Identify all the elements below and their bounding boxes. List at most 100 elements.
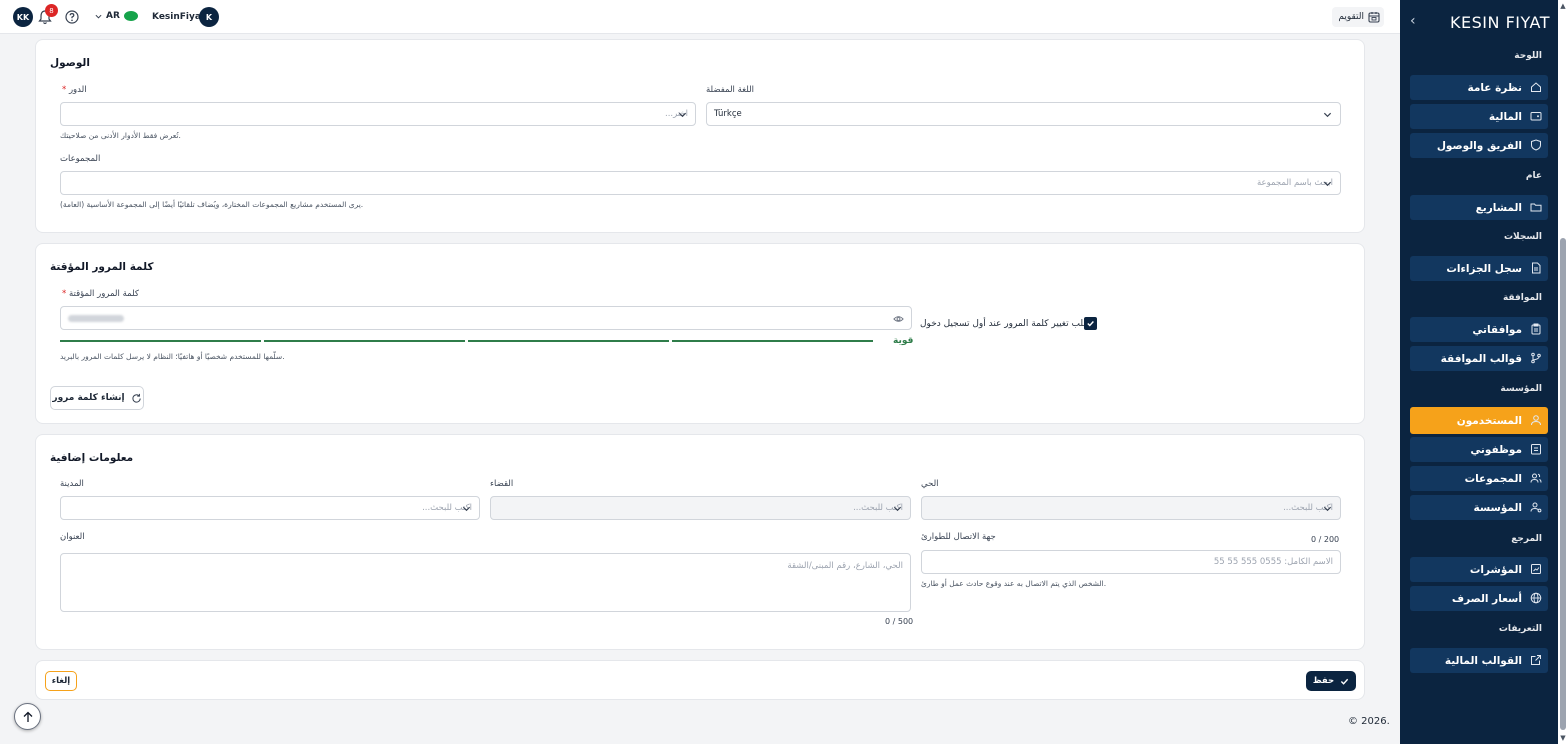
generate-password-button[interactable]: إنشاء كلمة مرور (50, 386, 144, 410)
emergency-contact-input[interactable]: الاسم الكامل: 0555 555 55 55 (921, 550, 1341, 574)
chevron-left-icon[interactable]: ‹ (1410, 13, 1424, 29)
neighborhood-label: الحي (921, 479, 939, 489)
scroll-to-top-button[interactable] (14, 703, 41, 730)
password-masked (68, 314, 124, 322)
sidebar-item-organization[interactable]: المؤسسة (1410, 495, 1548, 520)
password-label: * كلمة المرور المؤقتة (60, 289, 139, 299)
password-input[interactable] (60, 306, 912, 330)
access-title: الوصول (50, 57, 90, 69)
required-marker: * (62, 289, 67, 299)
city-label: المدينة (60, 479, 84, 489)
copyright: © 2026. (1348, 716, 1390, 727)
section-dashboard: اللوحة (1514, 51, 1542, 61)
sidebar-item-indicators[interactable]: المؤشرات (1410, 557, 1548, 582)
sidebar-item-label: المالية (1488, 110, 1522, 123)
users-icon (1530, 473, 1542, 483)
address-counter: 0 / 500 (885, 617, 914, 626)
generate-label: إنشاء كلمة مرور (52, 393, 125, 403)
sidebar-item-label: المشاريع (1475, 201, 1522, 214)
role-select[interactable]: اختر... (60, 102, 696, 126)
language-code: AR (106, 11, 120, 21)
sidebar-item-my-approvals[interactable]: موافقاتي (1410, 317, 1548, 342)
sidebar-item-employees[interactable]: موظفوني (1410, 437, 1548, 462)
required-marker: * (62, 85, 67, 95)
neighborhood-select[interactable]: اكتب للبحث... (921, 496, 1341, 520)
username[interactable]: KesinFiyat (152, 12, 205, 22)
scroll-up-icon[interactable]: ▲ (1559, 2, 1567, 10)
sidebar-item-label: القوالب المالية (1444, 654, 1522, 667)
help-icon[interactable] (65, 10, 79, 24)
password-title: كلمة المرور المؤقتة (50, 261, 154, 273)
password-card: كلمة المرور المؤقتة * كلمة المرور المؤقت… (35, 243, 1365, 424)
id-card-icon (1531, 444, 1541, 455)
groups-hint: يرى المستخدم مشاريع المجموعات المختارة، … (60, 200, 364, 209)
district-label: القضاء (490, 479, 514, 489)
scroll-down-icon[interactable]: ▼ (1559, 734, 1567, 742)
sidebar-item-label: قوالب الموافقة (1440, 352, 1522, 365)
save-label: حفظ (1312, 676, 1335, 686)
city-select[interactable]: اكتب للبحث... (60, 496, 480, 520)
require-change-checkbox[interactable] (1084, 317, 1097, 330)
require-change-label: طلب تغيير كلمة المرور عند أول تسجيل دخول (920, 319, 1091, 329)
section-organization: المؤسسة (1500, 384, 1542, 394)
user-icon (1531, 415, 1541, 426)
section-records: السجلات (1504, 232, 1542, 242)
app-logo: KESIN FIYAT (1450, 13, 1550, 32)
strength-segment (672, 340, 873, 342)
emergency-hint: الشخص الذي يتم الاتصال به عند وقوع حادث … (921, 579, 1107, 588)
additional-info-title: معلومات إضافية (50, 452, 134, 464)
sidebar-item-label: المجموعات (1464, 472, 1522, 485)
language-selector[interactable]: AR (95, 11, 138, 21)
check-icon (1087, 321, 1094, 327)
clipboard-icon (1531, 323, 1541, 335)
address-textarea[interactable]: الحي، الشارع، رقم المبنى/الشقة (60, 553, 911, 612)
document-icon (1532, 262, 1541, 274)
language-select[interactable]: Türkçe (706, 102, 1341, 126)
sidebar-item-label: المؤشرات (1469, 563, 1522, 576)
chevron-down-icon (893, 506, 902, 512)
sidebar-item-team-access[interactable]: الفريق والوصول (1410, 133, 1548, 158)
groups-select[interactable]: ابحث باسم المجموعة (60, 171, 1341, 195)
git-branch-icon (1531, 352, 1541, 364)
sidebar-item-financial-templates[interactable]: القوالب المالية (1410, 648, 1548, 673)
scrollbar-thumb[interactable] (1560, 238, 1566, 730)
sidebar-item-approval-templates[interactable]: قوالب الموافقة (1410, 346, 1548, 371)
role-label-text: الدور (68, 85, 87, 95)
strength-segment (468, 340, 669, 342)
calendar-button[interactable]: التقويم (1332, 7, 1384, 27)
flag-icon (123, 11, 138, 21)
sidebar-item-exchange-rates[interactable]: أسعار الصرف (1410, 586, 1548, 611)
cancel-button[interactable]: إلغاء (45, 671, 77, 691)
groups-label: المجموعات (60, 154, 101, 164)
sidebar-item-label: موظفوني (1470, 443, 1522, 456)
sidebar-item-groups[interactable]: المجموعات (1410, 466, 1548, 491)
access-card: الوصول * الدور اختر... تُعرض فقط الأدوار… (35, 39, 1365, 233)
sidebar-item-label: نظرة عامة (1467, 81, 1522, 94)
calendar-icon (1368, 12, 1380, 23)
shield-icon (1531, 139, 1541, 151)
account-avatar[interactable]: K (199, 7, 219, 27)
sidebar-item-projects[interactable]: المشاريع (1410, 195, 1548, 220)
groups-placeholder: ابحث باسم المجموعة (1257, 178, 1333, 188)
district-select[interactable]: اكتب للبحث... (490, 496, 911, 520)
password-label-text: كلمة المرور المؤقتة (68, 289, 139, 299)
user-avatar[interactable]: KK (13, 7, 33, 27)
chart-icon (1531, 564, 1541, 574)
strength-segment (264, 340, 465, 342)
eye-icon[interactable] (893, 314, 904, 324)
check-icon (1341, 678, 1349, 685)
wallet-icon (1530, 112, 1542, 121)
sidebar-scrollbar[interactable]: ▲ ▼ (1558, 0, 1568, 744)
notification-badge: 8 (45, 4, 58, 17)
sidebar-item-overview[interactable]: نظرة عامة (1410, 75, 1548, 100)
sidebar-item-users[interactable]: المستخدمون (1410, 407, 1548, 434)
chevron-down-icon (1323, 112, 1332, 118)
chevron-down-icon (462, 506, 471, 512)
sidebar: ‹ KESIN FIYAT اللوحة نظرة عامة المالية ا… (1400, 0, 1568, 744)
save-button[interactable]: حفظ (1306, 671, 1356, 691)
sidebar-item-penalties[interactable]: سجل الجزاءات (1410, 256, 1548, 281)
arrow-up-icon (23, 711, 32, 722)
sidebar-item-label: المؤسسة (1473, 501, 1522, 514)
sidebar-item-finance[interactable]: المالية (1410, 104, 1548, 129)
sidebar-item-label: سجل الجزاءات (1446, 262, 1522, 275)
